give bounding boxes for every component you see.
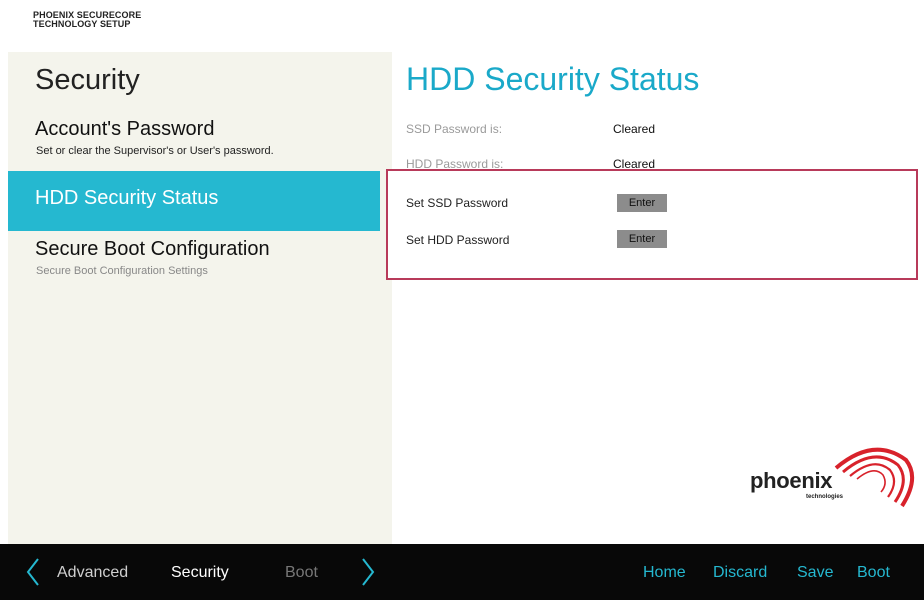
- menu-item-hdd-security-status[interactable]: HDD Security Status: [8, 171, 380, 231]
- chevron-left-icon[interactable]: [26, 557, 40, 587]
- home-button[interactable]: Home: [643, 564, 686, 582]
- set-ssd-password-enter-button[interactable]: Enter: [617, 194, 667, 212]
- logo-subtitle: technologies: [806, 494, 844, 500]
- phoenix-logo: phoenix technologies: [744, 434, 916, 512]
- hdd-password-status-label: HDD Password is:: [406, 157, 504, 168]
- tab-security[interactable]: Security: [171, 564, 229, 582]
- menu-item-label: Secure Boot Configuration: [35, 238, 270, 260]
- brand-header: PHOENIX SECURECORE TECHNOLOGY SETUP: [33, 11, 141, 29]
- ssd-password-status-label: SSD Password is:: [406, 122, 503, 136]
- hdd-password-status-value: Cleared: [613, 157, 656, 168]
- menu-item-accounts-password[interactable]: Account's Password Set or clear the Supe…: [8, 116, 380, 168]
- section-title: Security: [35, 64, 140, 96]
- menu-item-description: Secure Boot Configuration Settings: [36, 265, 208, 277]
- set-hdd-password-label: Set HDD Password: [406, 233, 510, 247]
- set-hdd-password-enter-button[interactable]: Enter: [617, 230, 667, 248]
- chevron-right-icon[interactable]: [361, 557, 375, 587]
- tab-boot[interactable]: Boot: [285, 564, 318, 582]
- logo-wordmark: phoenix: [750, 468, 833, 493]
- tab-advanced[interactable]: Advanced: [57, 564, 128, 582]
- discard-button[interactable]: Discard: [713, 564, 767, 582]
- menu-item-description: Set or clear the Supervisor's or User's …: [36, 145, 274, 157]
- menu-item-secure-boot-configuration[interactable]: Secure Boot Configuration Secure Boot Co…: [8, 238, 380, 288]
- boot-button[interactable]: Boot: [857, 564, 890, 582]
- save-button[interactable]: Save: [797, 564, 833, 582]
- brand-line-2: TECHNOLOGY SETUP: [33, 19, 131, 29]
- page-title: HDD Security Status: [406, 61, 700, 97]
- ssd-password-status-value: Cleared: [613, 122, 656, 136]
- bottom-nav-bar: Advanced Security Boot Home Discard Save…: [0, 544, 924, 600]
- set-ssd-password-label: Set SSD Password: [406, 196, 509, 210]
- menu-item-label: Account's Password: [35, 118, 215, 140]
- menu-item-label: HDD Security Status: [35, 187, 219, 209]
- security-menu-panel: Security Account's Password Set or clear…: [8, 52, 392, 544]
- password-actions-highlight: [386, 169, 918, 280]
